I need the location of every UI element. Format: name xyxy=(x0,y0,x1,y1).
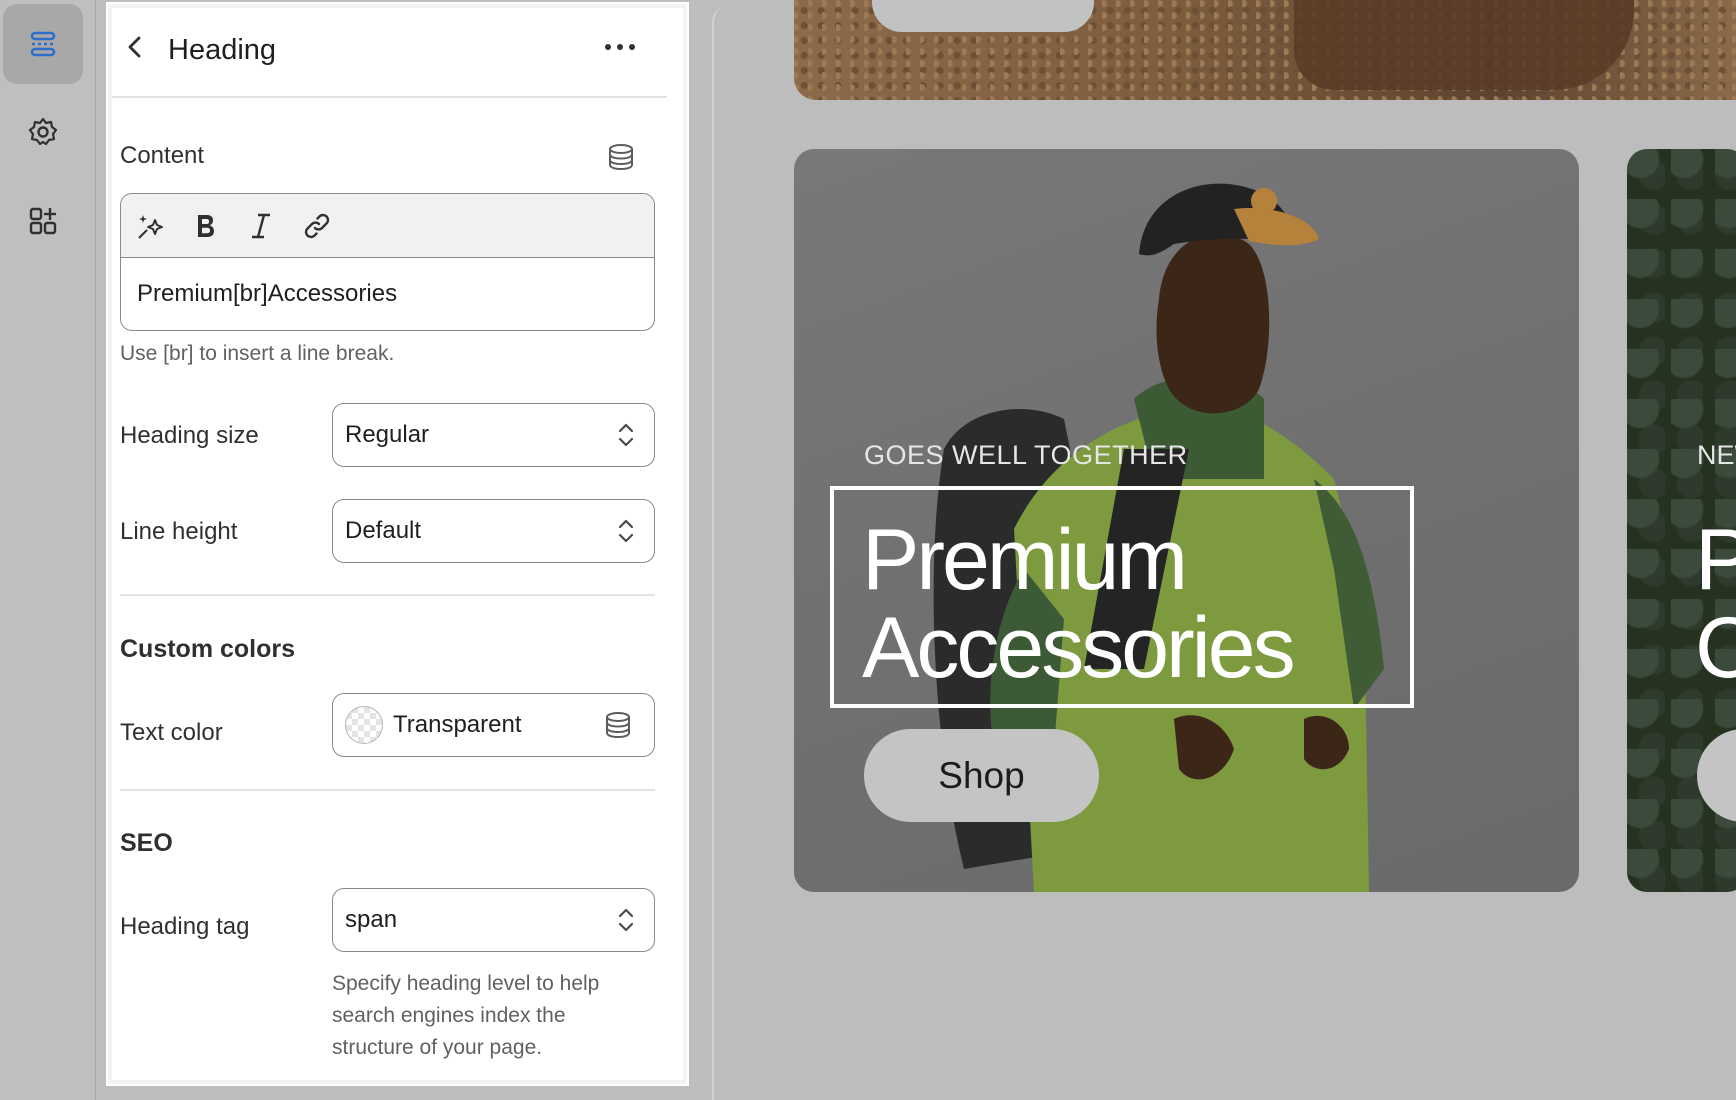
card-heading-next-line-1: P xyxy=(1695,512,1736,608)
banner-button[interactable] xyxy=(872,0,1094,32)
content-label: Content xyxy=(120,142,205,169)
back-arrow-icon[interactable] xyxy=(120,32,150,62)
panel-title: Heading xyxy=(168,34,277,66)
card-heading-next: P C xyxy=(1695,516,1736,692)
select-chevron-icon xyxy=(618,908,634,932)
select-chevron-icon xyxy=(618,423,634,447)
heading-tag-select[interactable]: span xyxy=(332,888,655,952)
text-color-label: Text color xyxy=(120,719,223,746)
text-color-value: Transparent xyxy=(393,711,522,738)
card-heading-line-1: Premium xyxy=(862,512,1188,608)
editor-toolbar xyxy=(121,194,654,258)
heading-tag-hint-line-2: search engines index the xyxy=(332,1004,566,1027)
link-button[interactable] xyxy=(299,208,335,244)
gear-icon xyxy=(28,117,58,146)
apps-button[interactable] xyxy=(3,180,83,260)
settings-panel: Heading Content Premium[br]Accessories U… xyxy=(112,8,683,1080)
line-height-select[interactable]: Default xyxy=(332,499,655,563)
bold-button[interactable] xyxy=(187,208,223,244)
heading-size-label: Heading size xyxy=(120,422,259,449)
card-eyebrow: GOES WELL TOGETHER xyxy=(864,440,1188,470)
boot-shape xyxy=(1294,0,1634,90)
heading-tag-label: Heading tag xyxy=(120,913,250,940)
italic-icon xyxy=(252,213,270,239)
dynamic-source-icon[interactable] xyxy=(603,710,633,740)
editor-text[interactable]: Premium[br]Accessories xyxy=(137,280,397,308)
left-rail xyxy=(0,0,96,1100)
custom-colors-title: Custom colors xyxy=(120,635,296,663)
apps-add-icon xyxy=(29,207,57,235)
card-heading-line-2: Accessories xyxy=(862,600,1296,696)
line-height-value: Default xyxy=(345,517,422,544)
shop-button[interactable]: Shop xyxy=(864,729,1099,822)
color-swatch[interactable] xyxy=(345,706,383,744)
text-color-picker[interactable]: Transparent xyxy=(332,693,655,757)
seo-title: SEO xyxy=(120,829,173,857)
sparkle-icon xyxy=(138,215,163,239)
divider xyxy=(120,789,655,791)
heading-tag-hint-line-3: structure of your page. xyxy=(332,1036,543,1059)
bold-icon xyxy=(198,215,214,237)
heading-size-select[interactable]: Regular xyxy=(332,403,655,467)
card-eyebrow-next: NEW xyxy=(1697,440,1736,470)
heading-tag-hint-line-1: Specify heading level to help xyxy=(332,972,600,995)
link-icon xyxy=(304,213,330,239)
card-heading-next-line-2: C xyxy=(1695,600,1736,696)
rich-text-editor[interactable]: Premium[br]Accessories xyxy=(120,193,655,331)
ai-generate-button[interactable] xyxy=(133,208,169,244)
editor-hint: Use [br] to insert a line break. xyxy=(120,342,395,365)
card-heading[interactable]: Premium Accessories xyxy=(862,512,1296,696)
sections-icon xyxy=(30,31,56,57)
dynamic-source-icon[interactable] xyxy=(606,142,636,172)
settings-button[interactable] xyxy=(3,92,83,172)
line-height-label: Line height xyxy=(120,518,238,545)
more-options-icon[interactable] xyxy=(598,34,642,60)
italic-button[interactable] xyxy=(243,208,279,244)
sections-button[interactable] xyxy=(3,4,83,84)
select-chevron-icon xyxy=(618,519,634,543)
divider xyxy=(120,594,655,596)
heading-tag-value: span xyxy=(345,906,398,933)
panel-header: Heading xyxy=(112,8,667,98)
heading-size-value: Regular xyxy=(345,421,430,448)
